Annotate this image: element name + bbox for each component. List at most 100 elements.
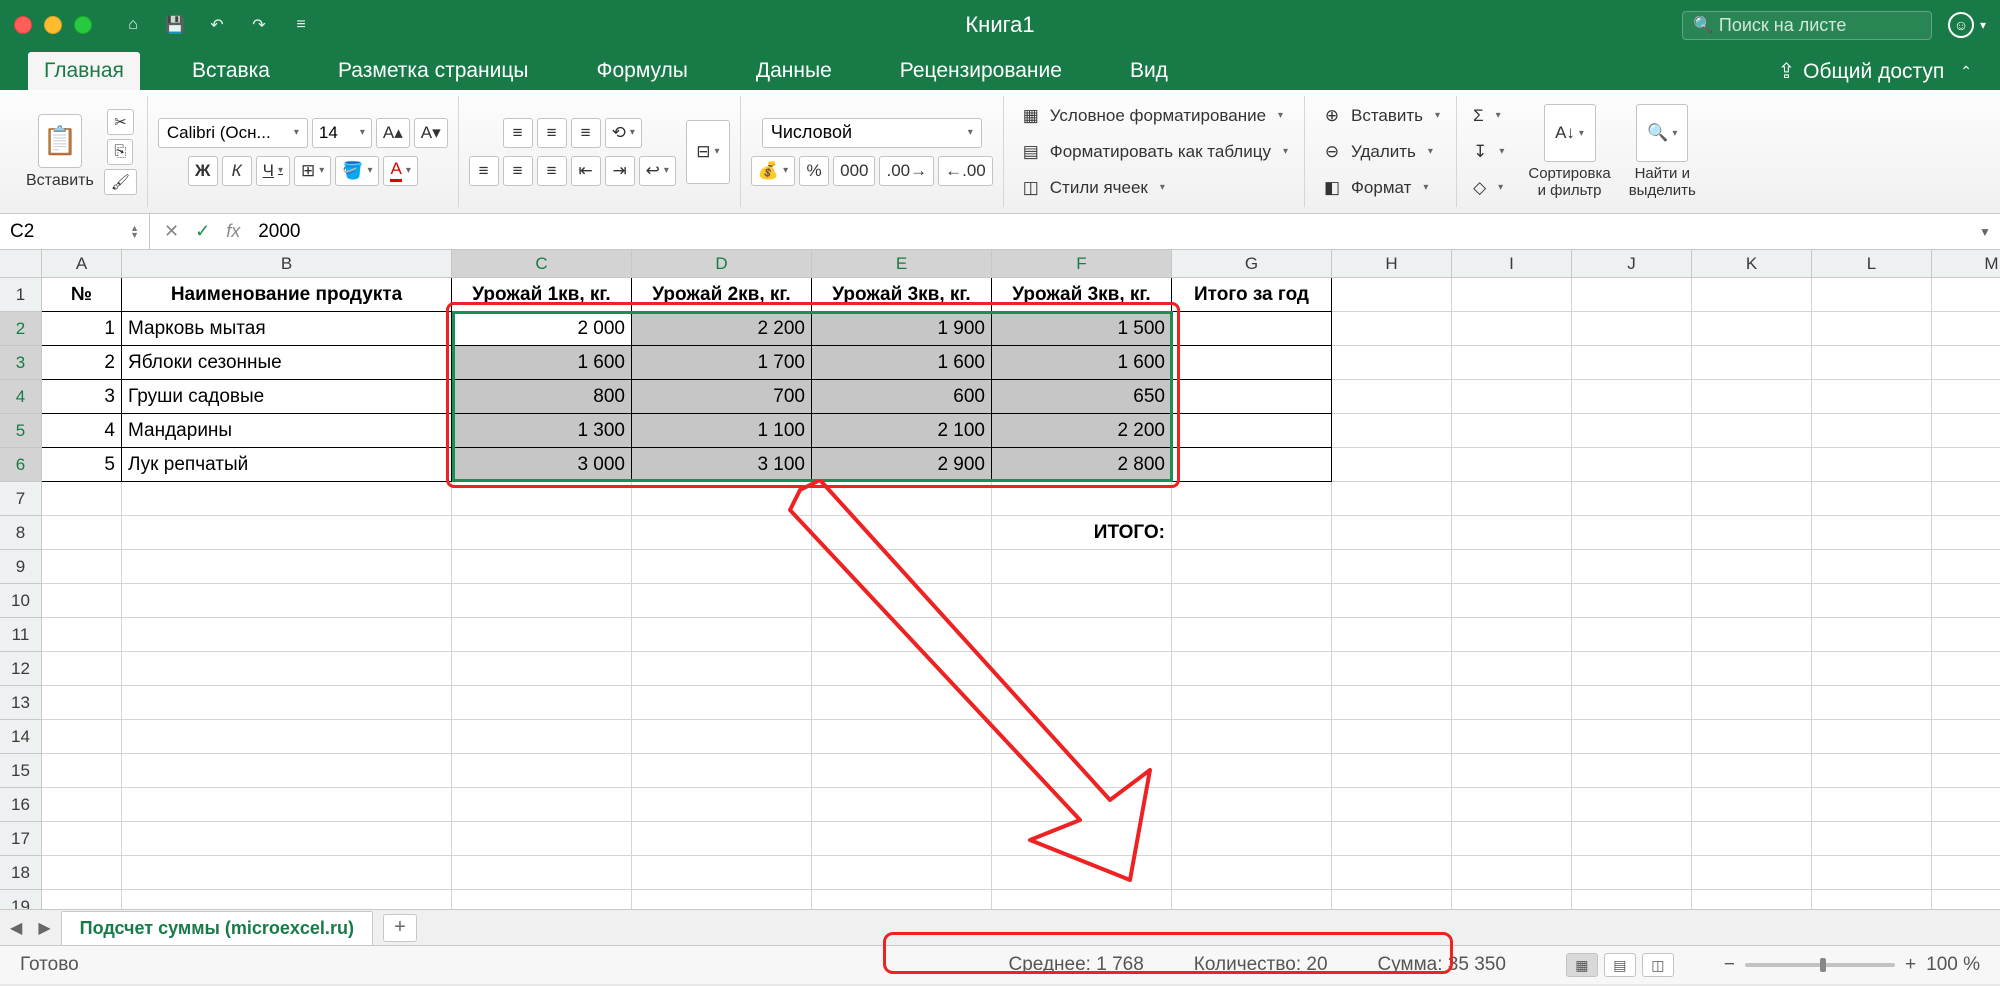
cell[interactable] [1172,550,1332,584]
row-header-14[interactable]: 14 [0,720,42,754]
cell[interactable] [1172,856,1332,890]
row-header-8[interactable]: 8 [0,516,42,550]
cell[interactable] [1452,890,1572,910]
cell[interactable] [1812,516,1932,550]
cell[interactable] [812,550,992,584]
cell[interactable] [812,652,992,686]
cell[interactable] [1452,856,1572,890]
cell[interactable] [122,788,452,822]
cell[interactable] [1452,652,1572,686]
cell[interactable] [1332,720,1452,754]
cell[interactable] [122,822,452,856]
cell[interactable] [122,516,452,550]
cell[interactable] [1812,686,1932,720]
cell[interactable] [992,686,1172,720]
name-box[interactable]: C2 ▲▼ [0,214,150,249]
col-header-J[interactable]: J [1572,250,1692,278]
cell[interactable] [1572,448,1692,482]
cell[interactable] [1692,380,1812,414]
cell[interactable] [1692,414,1812,448]
cell[interactable]: 3 100 [632,448,812,482]
cell[interactable] [1692,584,1812,618]
row-header-19[interactable]: 19 [0,890,42,910]
cell[interactable] [42,890,122,910]
sheet-nav-next[interactable]: ▶ [38,918,50,938]
cell[interactable] [1692,482,1812,516]
col-header-G[interactable]: G [1172,250,1332,278]
zoom-slider[interactable] [1745,963,1895,967]
row-header-12[interactable]: 12 [0,652,42,686]
cell[interactable] [1692,890,1812,910]
format-painter-button[interactable]: 🖌 [104,169,137,195]
cell[interactable] [1692,822,1812,856]
cell[interactable] [1332,754,1452,788]
format-cells-button[interactable]: ◧Формат▾ [1315,173,1434,203]
cell[interactable] [1812,720,1932,754]
cell[interactable] [1572,720,1692,754]
cell[interactable]: 1 600 [812,346,992,380]
accept-formula-button[interactable]: ✓ [195,221,210,242]
cell[interactable] [452,482,632,516]
cell[interactable] [1692,346,1812,380]
cell[interactable] [1932,652,2000,686]
cell[interactable] [1172,720,1332,754]
italic-button[interactable]: К [222,156,252,186]
cell[interactable] [1572,482,1692,516]
row-header-3[interactable]: 3 [0,346,42,380]
cell[interactable]: 1 [42,312,122,346]
cell[interactable]: Лук репчатый [122,448,452,482]
view-page-break-button[interactable]: ◫ [1642,953,1674,977]
cell[interactable]: 1 300 [452,414,632,448]
decrease-decimal-button[interactable]: ←.00 [938,156,993,186]
cell[interactable] [1692,550,1812,584]
align-right-button[interactable]: ≡ [537,156,567,186]
cell[interactable] [812,482,992,516]
cancel-formula-button[interactable]: ✕ [164,221,179,242]
cells-area[interactable]: №Наименование продуктаУрожай 1кв, кг.Уро… [42,278,2000,910]
format-as-table-button[interactable]: ▤Форматировать как таблицу▾ [1014,137,1294,167]
number-format-select[interactable]: Числовой▾ [762,118,982,148]
increase-indent-button[interactable]: ⇥ [605,156,635,186]
cell[interactable] [992,822,1172,856]
cell[interactable]: Урожай 1кв, кг. [452,278,632,312]
cell[interactable] [1932,448,2000,482]
col-header-B[interactable]: B [122,250,452,278]
cell[interactable]: 650 [992,380,1172,414]
cell[interactable] [1172,890,1332,910]
cell[interactable] [1812,448,1932,482]
cell[interactable] [42,788,122,822]
view-normal-button[interactable]: ▦ [1566,953,1598,977]
tab-page-layout[interactable]: Разметка страницы [322,52,545,90]
cell[interactable] [452,822,632,856]
cut-button[interactable]: ✂ [107,109,134,135]
cell[interactable]: Урожай 2кв, кг. [632,278,812,312]
cell[interactable] [122,652,452,686]
cell[interactable] [1332,584,1452,618]
cell[interactable]: 1 900 [812,312,992,346]
cell[interactable] [812,890,992,910]
cell[interactable] [1452,754,1572,788]
font-size-select[interactable]: 14▾ [312,118,372,148]
cell[interactable] [1172,788,1332,822]
zoom-thumb[interactable] [1820,958,1826,972]
cell[interactable] [1692,516,1812,550]
cell[interactable] [1932,380,2000,414]
cell[interactable]: 3 000 [452,448,632,482]
col-header-F[interactable]: F [992,250,1172,278]
row-header-10[interactable]: 10 [0,584,42,618]
cell[interactable] [452,686,632,720]
cell[interactable] [1572,788,1692,822]
cell[interactable] [1332,652,1452,686]
cell[interactable]: Марковь мытая [122,312,452,346]
row-header-2[interactable]: 2 [0,312,42,346]
cell[interactable] [1452,618,1572,652]
cell[interactable] [632,618,812,652]
cell[interactable] [1452,312,1572,346]
cell[interactable] [1692,448,1812,482]
expand-formula-bar-button[interactable]: ▼ [1970,225,2000,239]
cell[interactable] [1332,618,1452,652]
clear-button[interactable]: ◇▾ [1467,173,1509,203]
underline-button[interactable]: Ч▾ [256,156,290,186]
cell[interactable]: 2 [42,346,122,380]
cell[interactable] [632,482,812,516]
